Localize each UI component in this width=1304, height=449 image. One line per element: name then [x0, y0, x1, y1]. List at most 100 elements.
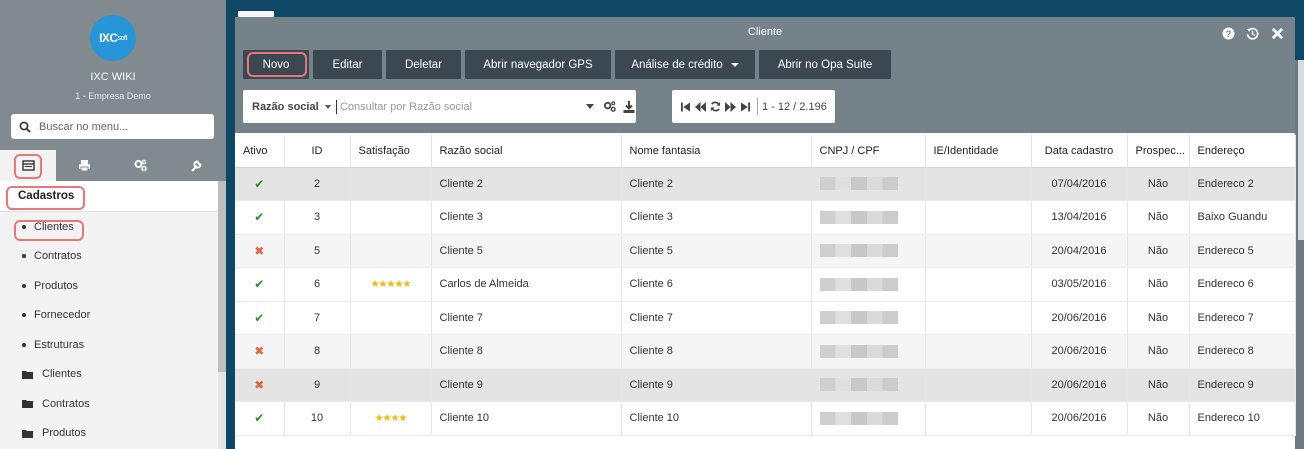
gps-button[interactable]: Abrir navegador GPS [465, 50, 611, 79]
table-row[interactable]: ✔ 3 Cliente 3 Cliente 3 13/04/2016 Não Baixo G… [235, 200, 1296, 235]
cell-data-cadastro: 13/04/2016 [1031, 200, 1128, 235]
cell-ie [925, 234, 1032, 268]
cell-ie [925, 267, 1032, 302]
column-header[interactable]: Satisfação [350, 135, 432, 168]
column-header[interactable]: Razão social [431, 135, 622, 168]
column-header[interactable]: Nome fantasia [621, 135, 812, 168]
folder-icon [22, 429, 33, 438]
advanced-search-icon[interactable] [603, 100, 617, 114]
refresh-icon[interactable] [710, 101, 721, 113]
menu-folder-clientes[interactable]: Clientes [0, 360, 218, 390]
filter-field-select[interactable]: Razão social [243, 101, 336, 113]
opa-suite-button[interactable]: Abrir no Opa Suite [759, 50, 891, 79]
cell-text: 2 [313, 177, 321, 190]
cell-data-cadastro: 07/04/2016 [1031, 167, 1128, 201]
toolbar: Novo Editar Deletar Abrir navegador GPS … [243, 50, 895, 79]
filter-caret-icon[interactable] [583, 100, 597, 114]
column-header[interactable]: ID [284, 135, 351, 168]
menu-item-label: Clientes [42, 368, 82, 381]
menu-item-estruturas[interactable]: Estruturas [0, 330, 218, 360]
column-header[interactable]: Data cadastro [1031, 135, 1128, 168]
cell-text: 03/05/2016 [1051, 278, 1107, 291]
filter-field-label: Razão social [252, 100, 319, 113]
cell-nome-fantasia: Cliente 2 [621, 167, 812, 201]
column-header[interactable]: IE/Identidade [925, 135, 1032, 168]
cell-text: 20/06/2016 [1051, 412, 1107, 425]
cell-cnpj-cpf [811, 401, 926, 436]
menu-item-label: Contratos [34, 250, 82, 263]
tab-ferramentas[interactable] [168, 150, 224, 181]
cell-nome-fantasia: Cliente 3 [621, 200, 812, 235]
cell-cnpj-cpf [811, 234, 926, 268]
analise-credito-button[interactable]: Análise de crédito [615, 50, 755, 79]
last-page-icon[interactable] [740, 101, 751, 113]
column-header[interactable]: Endereço [1189, 135, 1296, 168]
tab-configuracoes[interactable] [112, 150, 168, 181]
cell-ie [925, 301, 1032, 335]
cell-text: Cliente 10 [439, 412, 490, 425]
column-header[interactable]: CNPJ / CPF [811, 135, 926, 168]
cell-text: Não [1147, 311, 1169, 324]
cell-ativo: ✔ [235, 301, 285, 335]
search-input[interactable] [335, 99, 578, 114]
next-page-icon[interactable] [725, 101, 736, 113]
cell-text: Cliente 9 [439, 378, 483, 391]
editar-button[interactable]: Editar [313, 50, 382, 79]
divider [757, 98, 758, 115]
cell-prospeccao: Não [1127, 301, 1190, 335]
download-icon[interactable] [622, 100, 636, 114]
cell-endereco: Endereco 7 [1189, 301, 1296, 335]
menu-folder-contratos[interactable]: Contratos [0, 389, 218, 419]
menu-folder-produtos[interactable]: Produtos [0, 419, 218, 449]
first-page-icon[interactable] [680, 101, 691, 113]
cross-icon: ✖ [254, 377, 265, 392]
cell-nome-fantasia: Cliente 9 [621, 368, 812, 402]
print-icon [78, 160, 90, 172]
deletar-button[interactable]: Deletar [386, 50, 461, 79]
cell-text: Cliente 2 [439, 177, 483, 190]
menu-item-contratos[interactable]: Contratos [0, 242, 218, 272]
cell-data-cadastro: 20/06/2016 [1031, 401, 1128, 436]
menu-search-input[interactable] [39, 120, 199, 133]
table-row[interactable]: ✔ 10 ★★★★ Cliente 10 Cliente 10 20/06/2016 Não… [235, 401, 1296, 436]
cell-id: 8 [284, 334, 351, 369]
cell-razao-social: Cliente 9 [431, 368, 622, 402]
cell-razao-social: Cliente 7 [431, 301, 622, 335]
cell-prospeccao: Não [1127, 334, 1190, 369]
redacted-value [819, 277, 898, 291]
cell-text: 10 [310, 412, 324, 425]
history-icon[interactable] [1244, 25, 1260, 41]
cell-text: Cliente 2 [629, 177, 673, 190]
tab-relatorios[interactable] [56, 150, 112, 181]
highlight-box [14, 154, 42, 179]
prev-page-icon[interactable] [695, 101, 706, 113]
menu-item-produtos[interactable]: Produtos [0, 271, 218, 301]
close-icon[interactable] [1269, 25, 1285, 41]
menu-search[interactable] [11, 114, 214, 139]
table-row[interactable]: ✔ 6 ★★★★★ Carlos de Almeida Cliente 6 03/05/2… [235, 267, 1296, 302]
table-row[interactable]: ✔ 2 Cliente 2 Cliente 2 07/04/2016 Não Enderec… [235, 167, 1296, 201]
table-row[interactable]: ✖ 9 Cliente 9 Cliente 9 20/06/2016 Não Enderec… [235, 368, 1296, 402]
cell-satisfacao [350, 200, 432, 235]
table-row[interactable]: ✔ 7 Cliente 7 Cliente 7 20/06/2016 Não Enderec… [235, 301, 1296, 335]
column-header[interactable]: Prospec... [1127, 135, 1190, 168]
cell-endereco: Endereco 9 [1189, 368, 1296, 402]
cell-razao-social: Cliente 10 [431, 401, 622, 436]
check-icon: ✔ [254, 210, 265, 225]
help-icon[interactable]: ? [1220, 25, 1236, 41]
menu-item-fornecedor[interactable]: Fornecedor [0, 301, 218, 331]
column-header[interactable]: Ativo [235, 135, 285, 168]
check-icon: ✔ [254, 277, 265, 292]
cell-text: Não [1147, 378, 1169, 391]
cell-data-cadastro: 03/05/2016 [1031, 267, 1128, 302]
table-row[interactable]: ✖ 5 Cliente 5 Cliente 5 20/04/2016 Não Enderec… [235, 234, 1296, 268]
table-row[interactable]: ✖ 8 Cliente 8 Cliente 8 20/06/2016 Não Enderec… [235, 334, 1296, 369]
cell-ativo: ✖ [235, 334, 285, 369]
cell-satisfacao [350, 234, 432, 268]
caret-down-icon [324, 104, 331, 109]
redacted-value [819, 378, 898, 392]
cell-satisfacao [350, 301, 432, 335]
cell-nome-fantasia: Cliente 5 [621, 234, 812, 268]
cell-text: 6 [313, 278, 321, 291]
sidebar-scroll-thumb[interactable] [218, 181, 226, 372]
